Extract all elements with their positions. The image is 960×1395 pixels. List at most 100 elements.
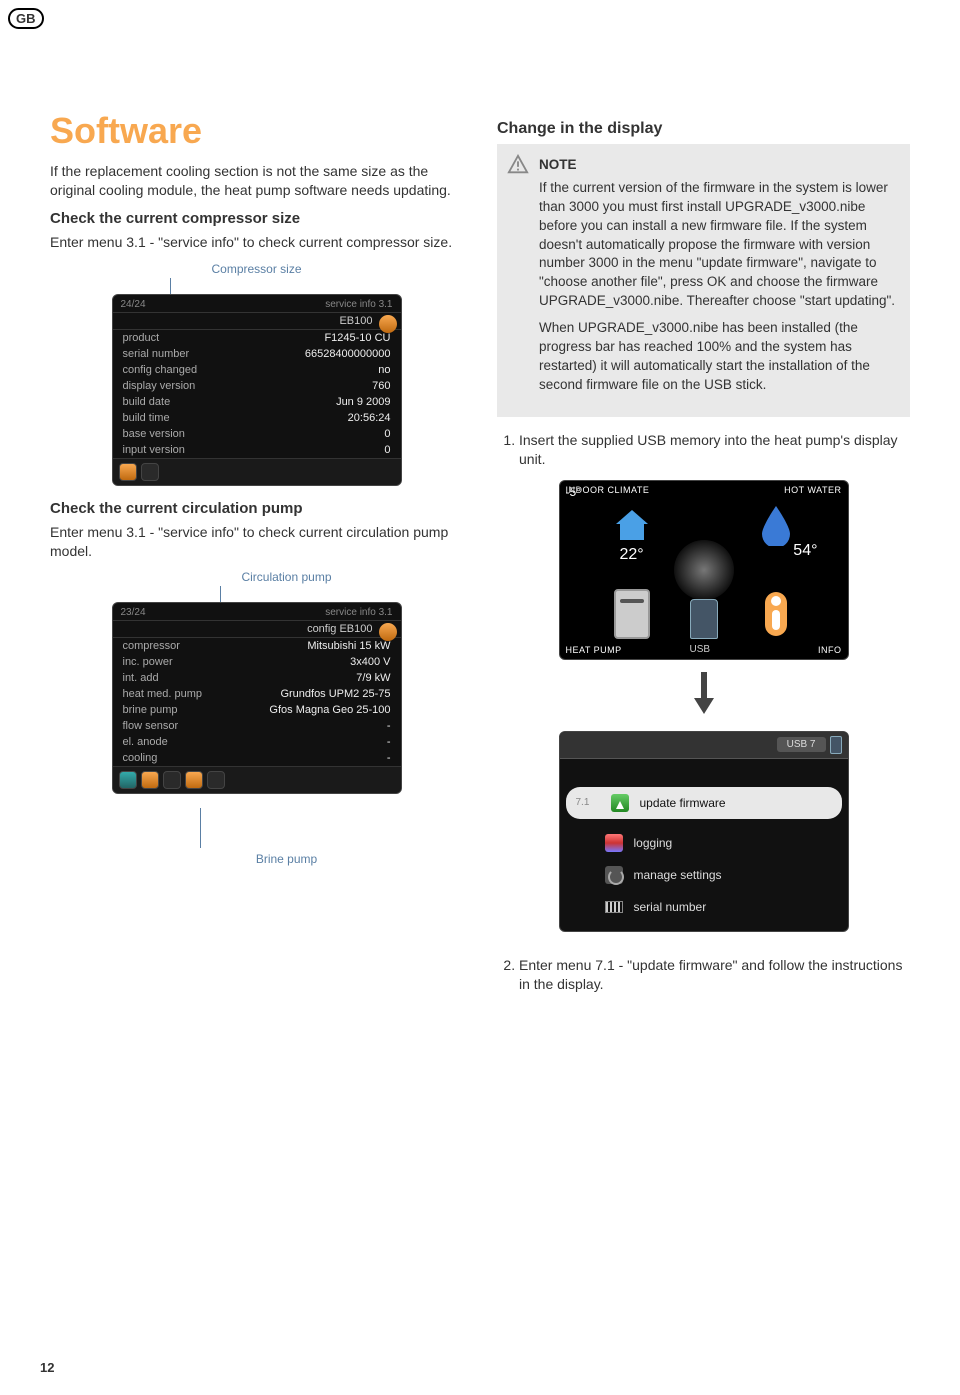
outdoor-temp: -5° (566, 485, 581, 499)
row-key: build time (123, 412, 170, 424)
table-row: cooling - (113, 750, 401, 766)
warning-icon (507, 154, 529, 176)
footer-icon[interactable] (119, 771, 137, 789)
compressor-size-callout: Compressor size (50, 262, 463, 276)
intro-text: If the replacement cooling section is no… (50, 162, 463, 200)
table-row: flow sensor - (113, 718, 401, 734)
step-1: Insert the supplied USB memory into the … (519, 431, 910, 470)
row-value: 760 (372, 380, 390, 392)
table-row: display version 760 (113, 378, 401, 394)
indoor-temp: 22° (620, 546, 644, 564)
row-value: 66528400000000 (305, 348, 391, 360)
row-value: Grundfos UPM2 25-75 (280, 688, 390, 700)
row-key: config changed (123, 364, 198, 376)
table-row: base version 0 (113, 426, 401, 442)
usb7-tab: USB 7 (777, 737, 826, 752)
row-value: Mitsubishi 15 kW (307, 640, 390, 652)
step-2: Enter menu 7.1 - "update firmware" and f… (519, 956, 910, 995)
screen1-rows: productF1245-10 CUserial number665284000… (113, 330, 401, 458)
hotwater-temp: 54° (793, 542, 817, 560)
row-value: 0 (384, 444, 390, 456)
screen2-footer (113, 766, 401, 793)
screen2-title: service info 3.1 (325, 607, 392, 618)
callout-line (220, 586, 221, 602)
footer-icon (163, 771, 181, 789)
menu-number: 7.1 (576, 797, 600, 808)
row-value: - (387, 752, 391, 764)
table-row: config changed no (113, 362, 401, 378)
footer-icon[interactable] (185, 771, 203, 789)
screen1-counter: 24/24 (121, 299, 146, 310)
screen1-title: service info 3.1 (325, 299, 392, 310)
row-value: - (387, 736, 391, 748)
usb-menu-screen: USB 7 7.1 update firmware logging manage… (559, 731, 849, 932)
check-compressor-text: Enter menu 3.1 - "service info" to check… (50, 233, 463, 252)
callout-line (170, 278, 171, 294)
info-icon (765, 592, 787, 636)
footer-back-icon[interactable] (119, 463, 137, 481)
row-value: 3x400 V (350, 656, 390, 668)
callout-line (200, 808, 201, 848)
note-paragraph-1: If the current version of the firmware i… (539, 179, 896, 311)
check-circulation-heading: Check the current circulation pump (50, 500, 463, 517)
update-firmware-item[interactable]: 7.1 update firmware (566, 787, 842, 819)
gb-badge: GB (8, 8, 44, 29)
row-key: base version (123, 428, 185, 440)
right-column: Change in the display NOTE If the curren… (497, 110, 910, 1003)
usb-label: USB (690, 644, 711, 655)
change-display-heading: Change in the display (497, 120, 910, 138)
row-key: brine pump (123, 704, 178, 716)
service-info-screen-2: 23/24 service info 3.1 config EB100 comp… (112, 602, 402, 794)
footer-icon[interactable] (141, 771, 159, 789)
settings-icon (605, 866, 623, 884)
note-paragraph-2: When UPGRADE_v3000.nibe has been install… (539, 319, 896, 395)
row-key: compressor (123, 640, 180, 652)
row-value: 20:56:24 (348, 412, 391, 424)
row-key: heat med. pump (123, 688, 203, 700)
row-key: inc. power (123, 656, 173, 668)
footer-icon (141, 463, 159, 481)
row-key: product (123, 332, 160, 344)
table-row: build time 20:56:24 (113, 410, 401, 426)
left-column: Software If the replacement cooling sect… (50, 110, 463, 1003)
logging-item[interactable]: logging (560, 827, 848, 859)
serial-number-label: serial number (634, 900, 707, 914)
pump-icon (614, 589, 650, 639)
row-key: el. anode (123, 736, 168, 748)
row-value: - (387, 720, 391, 732)
table-row: input version 0 (113, 442, 401, 458)
manage-settings-label: manage settings (634, 868, 722, 882)
table-row: build dateJun 9 2009 (113, 394, 401, 410)
footer-icon (207, 771, 225, 789)
update-firmware-label: update firmware (640, 796, 726, 810)
screen2-subheader: config EB100 (307, 623, 372, 635)
table-row: heat med. pump Grundfos UPM2 25-75 (113, 686, 401, 702)
row-value: Gfos Magna Geo 25-100 (269, 704, 390, 716)
row-key: flow sensor (123, 720, 179, 732)
manage-settings-item[interactable]: manage settings (560, 859, 848, 891)
row-value: 0 (384, 428, 390, 440)
usb-icon (830, 736, 842, 754)
row-key: int. add (123, 672, 159, 684)
logging-icon (605, 834, 623, 852)
row-key: input version (123, 444, 185, 456)
row-value: no (378, 364, 390, 376)
brine-pump-callout: Brine pump (110, 852, 463, 866)
row-key: cooling (123, 752, 158, 764)
table-row: el. anode - (113, 734, 401, 750)
serial-number-item[interactable]: serial number (560, 891, 848, 923)
table-row: brine pump Gfos Magna Geo 25-100 (113, 702, 401, 718)
service-info-screen-1: 24/24 service info 3.1 EB100 productF124… (112, 294, 402, 486)
usb-slot-icon (690, 599, 718, 639)
logging-label: logging (634, 836, 673, 850)
row-key: serial number (123, 348, 190, 360)
update-icon (611, 794, 629, 812)
row-key: display version (123, 380, 196, 392)
table-row: serial number 66528400000000 (113, 346, 401, 362)
screen2-counter: 23/24 (121, 607, 146, 618)
center-hub-icon (674, 540, 734, 600)
circulation-pump-callout: Circulation pump (110, 570, 463, 584)
info-icon (379, 623, 397, 641)
barcode-icon (605, 901, 623, 913)
check-circulation-text: Enter menu 3.1 - "service info" to check… (50, 523, 463, 561)
